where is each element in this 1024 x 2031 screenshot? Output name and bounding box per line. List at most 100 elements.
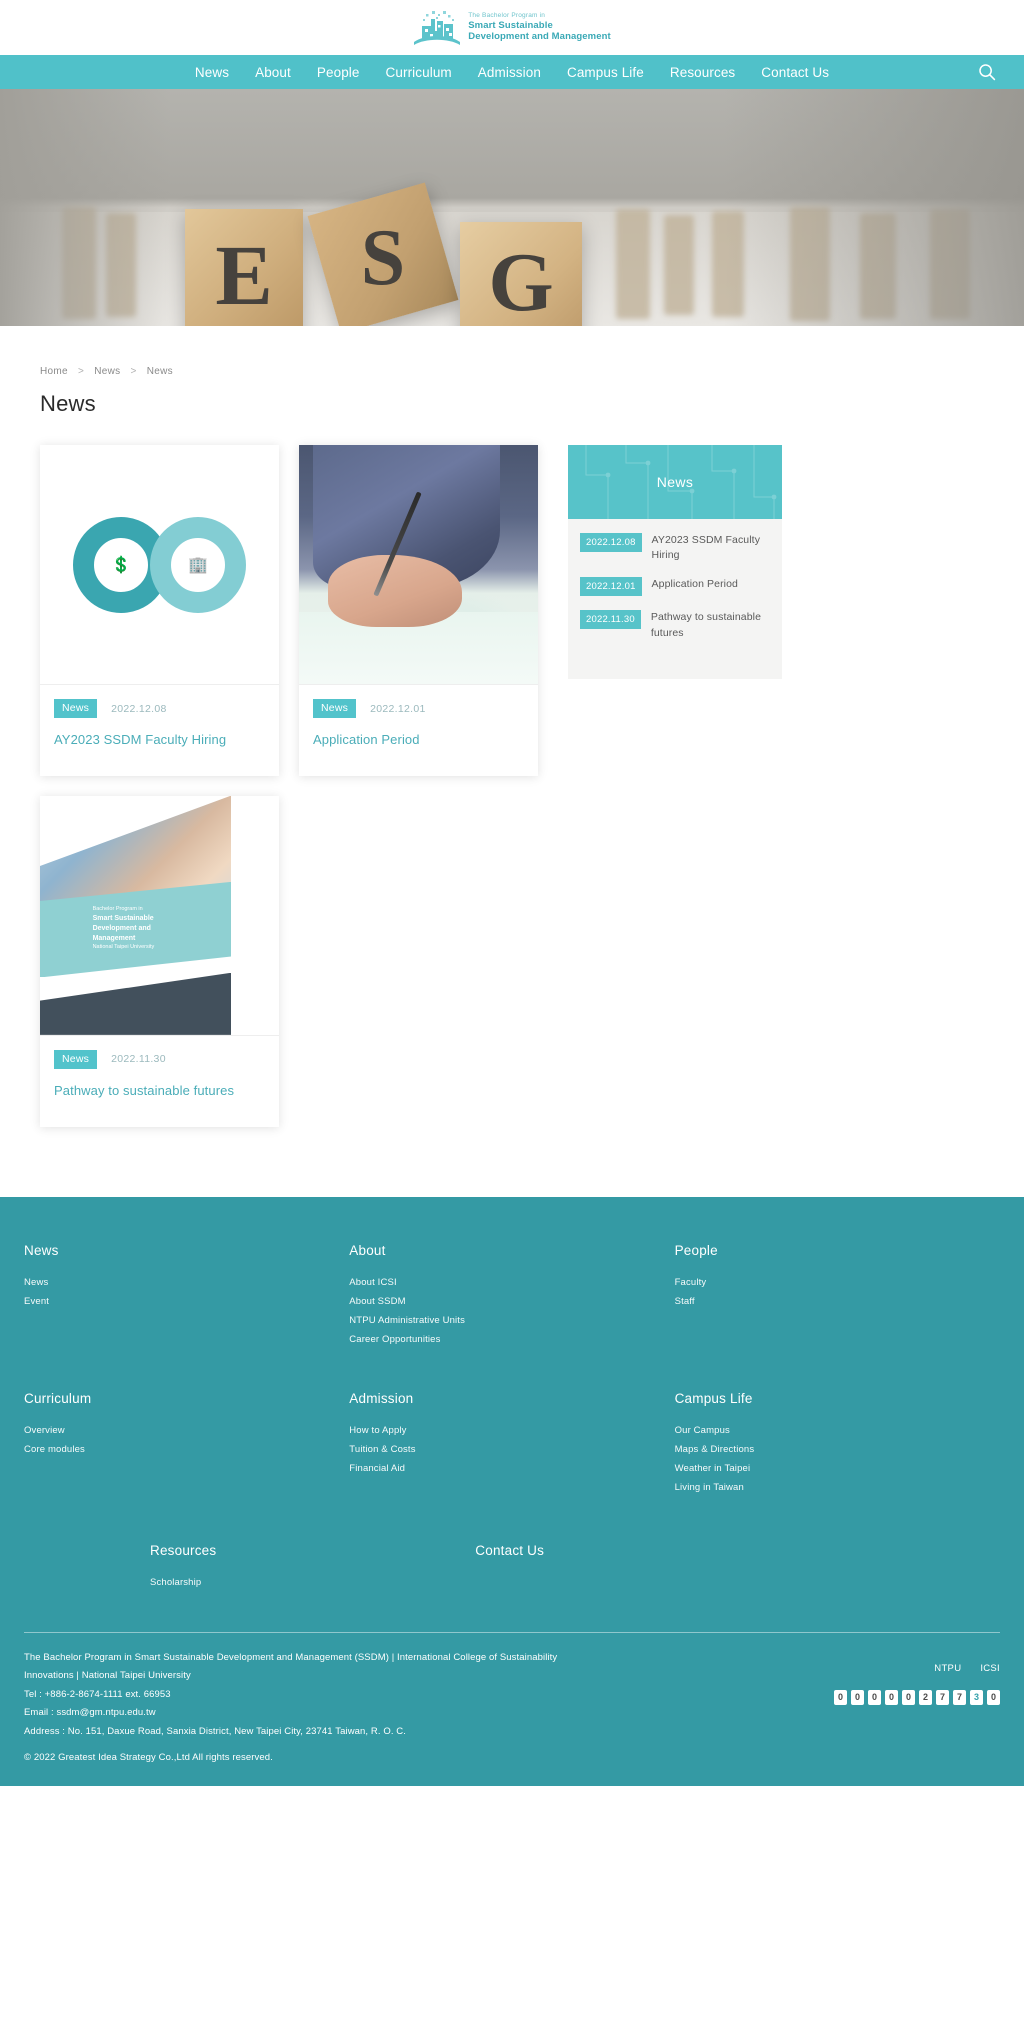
footer-link-news[interactable]: News bbox=[24, 1273, 349, 1292]
news-card-title[interactable]: Pathway to sustainable futures bbox=[54, 1082, 265, 1101]
footer-row-1: News News Event About About ICSI About S… bbox=[24, 1243, 1000, 1349]
news-card-body: News 2022.12.08 AY2023 SSDM Faculty Hiri… bbox=[40, 685, 279, 776]
nav-item-campus-life[interactable]: Campus Life bbox=[567, 65, 644, 80]
nav-items: News About People Curriculum Admission C… bbox=[195, 65, 829, 80]
nav-item-admission[interactable]: Admission bbox=[478, 65, 541, 80]
hero-letter-e: E bbox=[215, 227, 273, 323]
footer-link-core-modules[interactable]: Core modules bbox=[24, 1440, 349, 1459]
counter-digit: 7 bbox=[953, 1689, 966, 1705]
legal-line-2: Innovations | National Taipei University bbox=[24, 1670, 191, 1682]
sidebar-news-date: 2022.12.08 bbox=[580, 533, 642, 552]
footer-link-maps-directions[interactable]: Maps & Directions bbox=[675, 1440, 1000, 1459]
sidebar-news-item[interactable]: 2022.12.08 AY2023 SSDM Faculty Hiring bbox=[580, 533, 770, 563]
sidebar-news-item[interactable]: 2022.11.30 Pathway to sustainable future… bbox=[580, 610, 770, 640]
poster-wedge bbox=[40, 795, 230, 866]
footer-heading-campus-life: Campus Life bbox=[674, 1390, 753, 1406]
footer-column-news: News News Event bbox=[24, 1243, 349, 1349]
nav-item-news[interactable]: News bbox=[195, 65, 229, 80]
footer-link-about-icsi[interactable]: About ICSI bbox=[349, 1273, 674, 1292]
footer-link-how-to-apply[interactable]: How to Apply bbox=[349, 1421, 674, 1440]
news-card-meta: News 2022.12.01 bbox=[313, 699, 524, 718]
counter-digit: 0 bbox=[885, 1689, 898, 1705]
footer-column-resources: Resources Scholarship bbox=[24, 1543, 349, 1592]
ring-right-icon: 🏢 bbox=[150, 516, 246, 613]
hero-right-vignette bbox=[724, 89, 1024, 326]
nav-item-curriculum[interactable]: Curriculum bbox=[386, 65, 452, 80]
news-card[interactable]: 💲 🏢 News 2022.12.08 AY2023 SSDM Faculty … bbox=[40, 445, 279, 776]
footer-link-scholarship[interactable]: Scholarship bbox=[150, 1573, 349, 1592]
sidebar-news-title[interactable]: Application Period bbox=[652, 577, 738, 592]
sidebar-news-title[interactable]: Pathway to sustainable futures bbox=[651, 610, 770, 640]
news-card-badge: News bbox=[313, 699, 357, 718]
news-card-date: 2022.11.30 bbox=[111, 1053, 166, 1066]
footer-column-campus-life: Campus Life Our Campus Maps & Directions… bbox=[675, 1391, 1000, 1497]
visitor-counter: 0 0 0 0 0 2 7 7 3 0 bbox=[834, 1689, 1000, 1705]
footer-link-tuition-costs[interactable]: Tuition & Costs bbox=[349, 1440, 674, 1459]
footer-divider bbox=[24, 1631, 1000, 1633]
counter-digit: 0 bbox=[851, 1689, 864, 1705]
copyright-text: © 2022 Greatest Idea Strategy Co.,Ltd Al… bbox=[24, 1752, 273, 1764]
signing-document-photo bbox=[299, 445, 538, 684]
poster-line-1: Bachelor Program in bbox=[92, 905, 143, 912]
news-card-list: 💲 🏢 News 2022.12.08 AY2023 SSDM Faculty … bbox=[40, 445, 538, 1127]
footer-link-careers[interactable]: Career Opportunities bbox=[349, 1330, 674, 1349]
news-card-body: News 2022.12.01 Application Period bbox=[299, 685, 538, 776]
breadcrumb-item-home[interactable]: Home bbox=[40, 366, 68, 377]
site-logo[interactable]: The Bachelor Program in Smart Sustainabl… bbox=[413, 9, 611, 47]
counter-digit: 0 bbox=[868, 1689, 881, 1705]
footer-column-about: About About ICSI About SSDM NTPU Adminis… bbox=[349, 1243, 674, 1349]
hero-bg-block bbox=[664, 215, 694, 315]
footer-link-faculty[interactable]: Faculty bbox=[675, 1273, 1000, 1292]
footer-column-curriculum: Curriculum Overview Core modules bbox=[24, 1391, 349, 1497]
news-card-date: 2022.12.08 bbox=[111, 702, 167, 715]
nav-item-about[interactable]: About bbox=[255, 65, 291, 80]
sidebar-news-item[interactable]: 2022.12.01 Application Period bbox=[580, 577, 770, 597]
news-card-title[interactable]: Application Period bbox=[313, 731, 524, 750]
legal-tel: Tel : +886-2-8674-1111 ext. 66953 bbox=[24, 1688, 171, 1700]
news-sidebar-widget: News 2022.12.08 AY2023 SSDM Faculty Hiri… bbox=[568, 445, 782, 679]
poster-line-3: Development and bbox=[92, 924, 151, 932]
breadcrumb: Home > News > News bbox=[40, 326, 984, 377]
footer-link-overview[interactable]: Overview bbox=[24, 1421, 349, 1440]
legal-line-1: The Bachelor Program in Smart Sustainabl… bbox=[24, 1651, 558, 1663]
news-card[interactable]: News 2022.12.01 Application Period bbox=[299, 445, 538, 776]
footer-link-financial-aid[interactable]: Financial Aid bbox=[349, 1459, 674, 1478]
breadcrumb-item-news[interactable]: News bbox=[94, 366, 120, 377]
nav-item-people[interactable]: People bbox=[317, 65, 360, 80]
sidebar-title: News bbox=[656, 474, 694, 490]
logo-line-3: Development and Management bbox=[468, 31, 611, 43]
poster-line-2: Smart Sustainable bbox=[92, 914, 154, 922]
footer-link-ntpu-units[interactable]: NTPU Administrative Units bbox=[349, 1311, 674, 1330]
counter-digit: 2 bbox=[919, 1689, 932, 1705]
footer-link-weather[interactable]: Weather in Taipei bbox=[675, 1459, 1000, 1478]
sidebar-news-title[interactable]: AY2023 SSDM Faculty Hiring bbox=[652, 533, 770, 563]
footer-heading-curriculum: Curriculum bbox=[24, 1390, 92, 1406]
footer-column-empty bbox=[675, 1543, 1000, 1592]
news-card-thumbnail: 💲 🏢 bbox=[40, 445, 279, 685]
news-card[interactable]: Bachelor Program in Smart Sustainable De… bbox=[40, 795, 279, 1127]
nav-item-contact-us[interactable]: Contact Us bbox=[761, 65, 829, 80]
footer-link-our-campus[interactable]: Our Campus bbox=[675, 1421, 1000, 1440]
nav-item-resources[interactable]: Resources bbox=[670, 65, 735, 80]
poster-line-4: Management bbox=[92, 935, 136, 943]
footer-link-ntpu[interactable]: NTPU bbox=[934, 1663, 961, 1674]
search-icon[interactable] bbox=[978, 63, 996, 81]
footer-link-about-ssdm[interactable]: About SSDM bbox=[349, 1292, 674, 1311]
footer-link-icsi[interactable]: ICSI bbox=[980, 1663, 1000, 1674]
breadcrumb-item-current[interactable]: News bbox=[147, 366, 173, 377]
hero-cube-e: E bbox=[185, 209, 303, 326]
news-card-meta: News 2022.11.30 bbox=[54, 1049, 265, 1069]
footer-column-people: People Faculty Staff bbox=[675, 1243, 1000, 1349]
ring-left-hub-icon: 💲 bbox=[111, 556, 131, 574]
footer-link-living-taiwan[interactable]: Living in Taiwan bbox=[675, 1478, 1000, 1497]
footer-column-admission: Admission How to Apply Tuition & Costs F… bbox=[349, 1391, 674, 1497]
footer-column-contact-us: Contact Us bbox=[349, 1543, 674, 1592]
hero-bg-block bbox=[616, 209, 650, 319]
news-card-title[interactable]: AY2023 SSDM Faculty Hiring bbox=[54, 731, 265, 750]
sidebar-header: News bbox=[568, 445, 782, 519]
footer-link-event[interactable]: Event bbox=[24, 1292, 349, 1311]
page-title: News bbox=[40, 391, 96, 416]
breadcrumb-separator: > bbox=[77, 366, 85, 377]
footer-link-staff[interactable]: Staff bbox=[675, 1292, 1000, 1311]
legal-email[interactable]: Email : ssdm@gm.ntpu.edu.tw bbox=[24, 1704, 557, 1723]
